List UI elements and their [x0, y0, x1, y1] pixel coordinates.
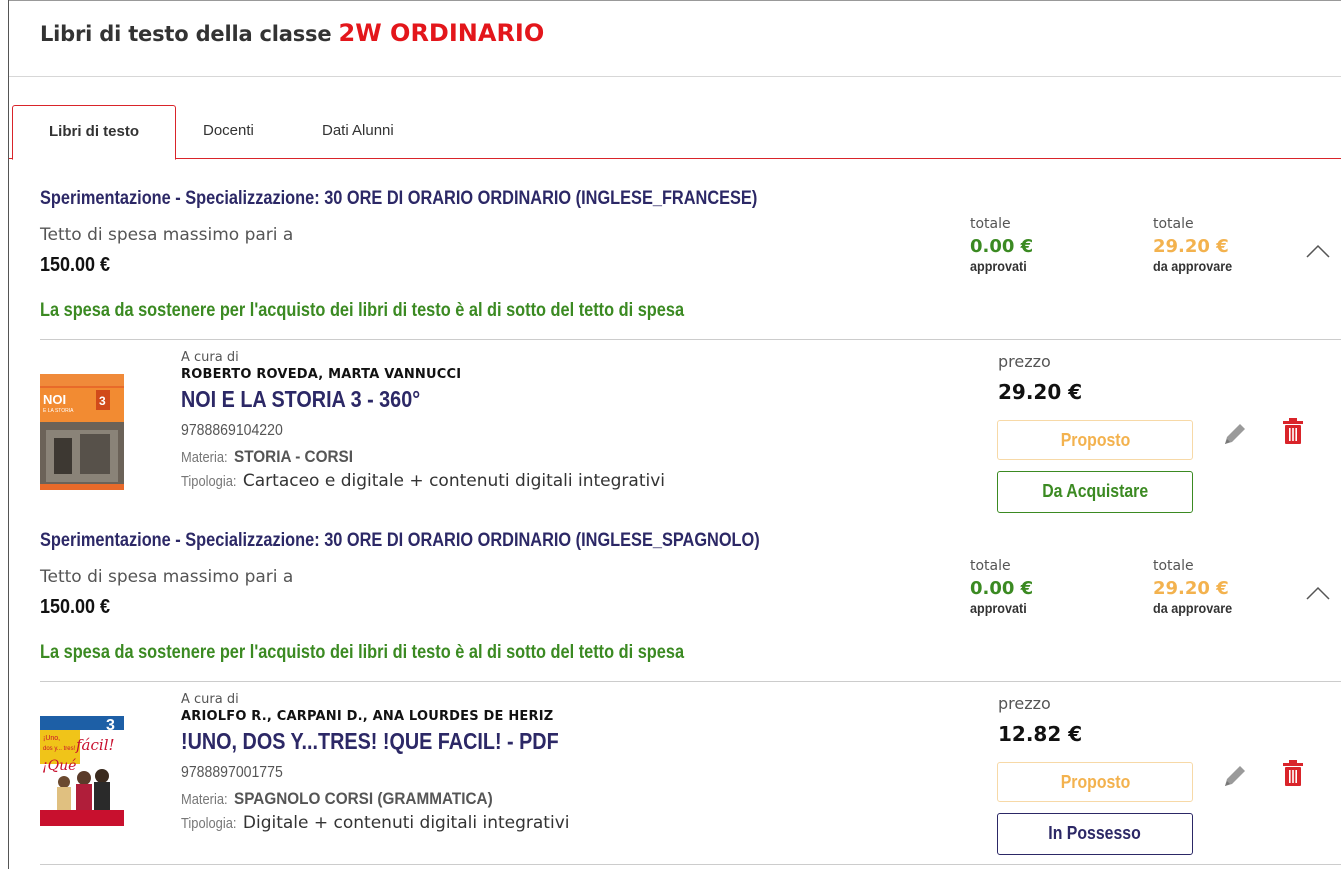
pending-total-sub: da approvare — [1153, 600, 1233, 616]
price-label: prezzo — [998, 694, 1051, 713]
section-title: Sperimentazione - Specializzazione: 30 O… — [40, 188, 758, 209]
book-title[interactable]: NOI E LA STORIA 3 - 360° — [181, 386, 420, 413]
approved-total-value: 0.00 € — [970, 578, 1034, 599]
price-value: 12.82 € — [998, 722, 1083, 746]
pencil-icon[interactable] — [1221, 762, 1249, 790]
status-proposto-label: Proposto — [1060, 430, 1130, 450]
tetto-label: Tetto di spesa massimo pari a — [40, 225, 294, 245]
book-type: Tipologia: Cartaceo e digitale + contenu… — [181, 471, 665, 491]
approved-total-sub: approvati — [970, 600, 1027, 616]
trash-icon[interactable] — [1283, 418, 1303, 444]
price-value: 29.20 € — [998, 380, 1083, 404]
in-possesso-label: In Possesso — [1048, 823, 1142, 843]
approved-total: totale 0.00 € approvati — [970, 558, 1090, 616]
pending-total-value: 29.20 € — [1153, 578, 1229, 599]
approved-total-value: 0.00 € — [970, 236, 1034, 257]
book-item: NOI E LA STORIA 3 A cura di ROBERTO ROVE… — [0, 340, 1341, 513]
book-cover-image[interactable]: 3 ¡Uno, dos y... tres! fácil! ¡Qué — [40, 716, 124, 826]
approved-total-label: totale — [970, 558, 1011, 574]
cover-script-title: fácil! — [75, 736, 115, 754]
approved-total-sub: approvati — [970, 258, 1027, 274]
in-possesso-button[interactable]: In Possesso — [997, 813, 1193, 855]
approved-total: totale 0.00 € approvati — [970, 216, 1090, 274]
pending-total-value: 29.20 € — [1153, 236, 1229, 257]
spending-status-message: La spesa da sostenere per l'acquisto dei… — [40, 642, 685, 663]
section-inglese-spagnolo: Sperimentazione - Specializzazione: 30 O… — [0, 530, 1341, 680]
subject-value: SPAGNOLO CORSI (GRAMMATICA) — [234, 789, 493, 808]
da-acquistare-button[interactable]: Da Acquistare — [997, 471, 1193, 513]
pending-total-label: totale — [1153, 558, 1194, 574]
page-title: Libri di testo della classe 2W ORDINARIO — [40, 19, 544, 47]
pending-total: totale 29.20 € da approvare — [1153, 558, 1273, 616]
approved-total-label: totale — [970, 216, 1011, 232]
chevron-up-icon[interactable] — [1306, 582, 1330, 606]
section-inglese-francese: Sperimentazione - Specializzazione: 30 O… — [0, 188, 1341, 338]
tab-dati-alunni[interactable]: Dati Alunni — [322, 105, 394, 157]
type-value: Digitale + contenuti digitali integrativ… — [242, 813, 570, 833]
chevron-up-icon[interactable] — [1306, 240, 1330, 264]
book-cover-image[interactable]: NOI E LA STORIA 3 — [40, 374, 124, 490]
subject-label: Materia: — [181, 791, 228, 808]
cover-title-line2: E LA STORIA — [43, 408, 74, 414]
status-proposto-label: Proposto — [1060, 772, 1130, 792]
tetto-value: 150.00 € — [40, 254, 111, 276]
cover-volume: 3 — [106, 717, 115, 734]
pending-total-label: totale — [1153, 216, 1194, 232]
cover-title-line1: ¡Uno, — [43, 735, 60, 742]
cover-script-title2: ¡Qué — [42, 758, 76, 774]
book-authors: ROBERTO ROVEDA, MARTA VANNUCCI — [181, 367, 462, 382]
book-isbn: 9788869104220 — [181, 422, 283, 439]
spending-status-message: La spesa da sostenere per l'acquisto dei… — [40, 300, 685, 321]
trash-icon[interactable] — [1283, 760, 1303, 786]
curated-by-label: A cura di — [181, 692, 239, 707]
book-authors: ARIOLFO R., CARPANI D., ANA LOURDES DE H… — [181, 709, 554, 724]
type-label: Tipologia: — [181, 815, 237, 832]
price-label: prezzo — [998, 352, 1051, 371]
tab-docenti[interactable]: Docenti — [203, 105, 254, 157]
book-title[interactable]: !UNO, DOS Y...TRES! !QUE FACIL! - PDF — [181, 728, 559, 755]
book-type: Tipologia: Digitale + contenuti digitali… — [181, 813, 569, 833]
status-proposto-button[interactable]: Proposto — [997, 762, 1193, 802]
subject-label: Materia: — [181, 449, 228, 466]
tetto-label: Tetto di spesa massimo pari a — [40, 567, 294, 587]
page-header: Libri di testo della classe 2W ORDINARIO — [9, 1, 1341, 77]
pending-total-sub: da approvare — [1153, 258, 1233, 274]
curated-by-label: A cura di — [181, 350, 239, 365]
da-acquistare-label: Da Acquistare — [1042, 481, 1148, 501]
tetto-value: 150.00 € — [40, 596, 111, 618]
pending-total: totale 29.20 € da approvare — [1153, 216, 1273, 274]
cover-volume: 3 — [99, 394, 106, 408]
tab-bar: Libri di testo Docenti Dati Alunni — [9, 105, 1341, 160]
tab-libri-di-testo[interactable]: Libri di testo — [12, 105, 176, 160]
page-title-prefix: Libri di testo della classe — [40, 22, 332, 46]
section-divider — [40, 864, 1341, 865]
cover-title-line1: NOI — [43, 392, 66, 407]
cover-title-line2: dos y... tres! — [43, 746, 76, 752]
subject-value: STORIA - CORSI — [234, 447, 354, 466]
book-item: 3 ¡Uno, dos y... tres! fácil! ¡Qué A cur… — [0, 682, 1341, 855]
type-label: Tipologia: — [181, 473, 237, 490]
status-proposto-button[interactable]: Proposto — [997, 420, 1193, 460]
section-title: Sperimentazione - Specializzazione: 30 O… — [40, 530, 760, 551]
book-isbn: 9788897001775 — [181, 764, 283, 781]
pencil-icon[interactable] — [1221, 420, 1249, 448]
book-subject: Materia: SPAGNOLO CORSI (GRAMMATICA) — [181, 789, 522, 809]
type-value: Cartaceo e digitale + contenuti digitali… — [242, 471, 666, 491]
book-subject: Materia: STORIA - CORSI — [181, 447, 367, 467]
class-name: 2W ORDINARIO — [338, 19, 545, 47]
